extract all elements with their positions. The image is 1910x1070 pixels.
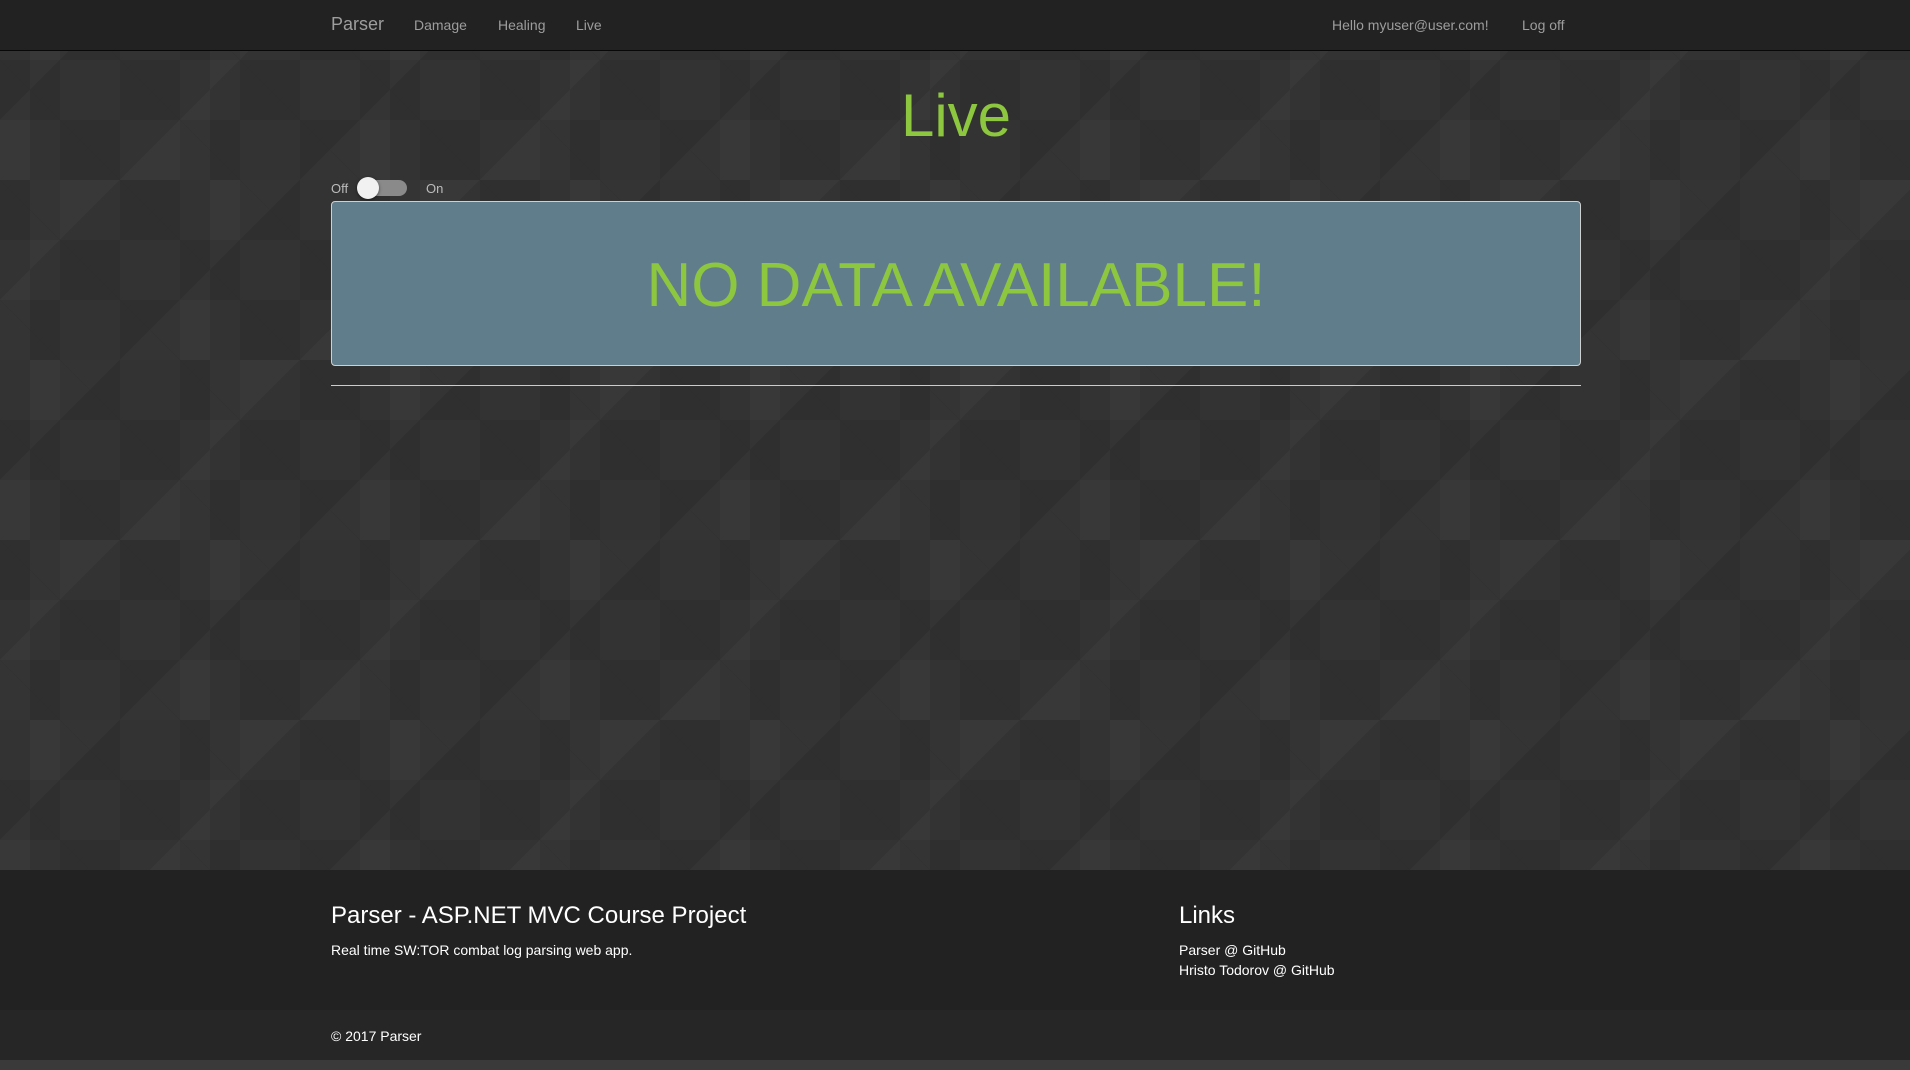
logoff-link[interactable]: Log off [1522,17,1565,33]
nav-link-healing[interactable]: Healing [498,17,545,33]
footer-links-title: Links [1179,902,1236,929]
top-navbar: Parser Damage Healing Live Hello myuser@… [0,0,1910,51]
no-data-panel: NO DATA AVAILABLE! [331,201,1581,366]
footer: Parser - ASP.NET MVC Course Project Real… [0,870,1910,1060]
bottom-strip [0,1060,1910,1070]
brand-link[interactable]: Parser [331,14,384,35]
footer-link-author-github[interactable]: Hristo Todorov @ GitHub [1179,962,1335,978]
page-title: Live [900,82,1012,149]
toggle-off-label: Off [331,181,349,196]
toggle-on-label: On [426,181,444,196]
live-toggle-switch[interactable] [357,177,407,199]
account-greeting-link[interactable]: Hello myuser@user.com! [1332,17,1489,33]
footer-bottom-bar: © 2017 Parser [0,1010,1910,1060]
nav-link-damage[interactable]: Damage [414,17,467,33]
navbar-container: Parser Damage Healing Live Hello myuser@… [331,0,1581,50]
content-divider [331,385,1581,386]
copyright-text: © 2017 Parser [331,1028,422,1044]
toggle-knob[interactable] [357,177,379,199]
footer-description: Real time SW:TOR combat log parsing web … [331,942,633,958]
live-toggle-row: Off On [331,176,531,200]
no-data-message: NO DATA AVAILABLE! [646,251,1266,320]
footer-link-parser-github[interactable]: Parser @ GitHub [1179,942,1286,958]
nav-link-live[interactable]: Live [576,17,602,33]
footer-project-title: Parser - ASP.NET MVC Course Project [331,902,747,929]
